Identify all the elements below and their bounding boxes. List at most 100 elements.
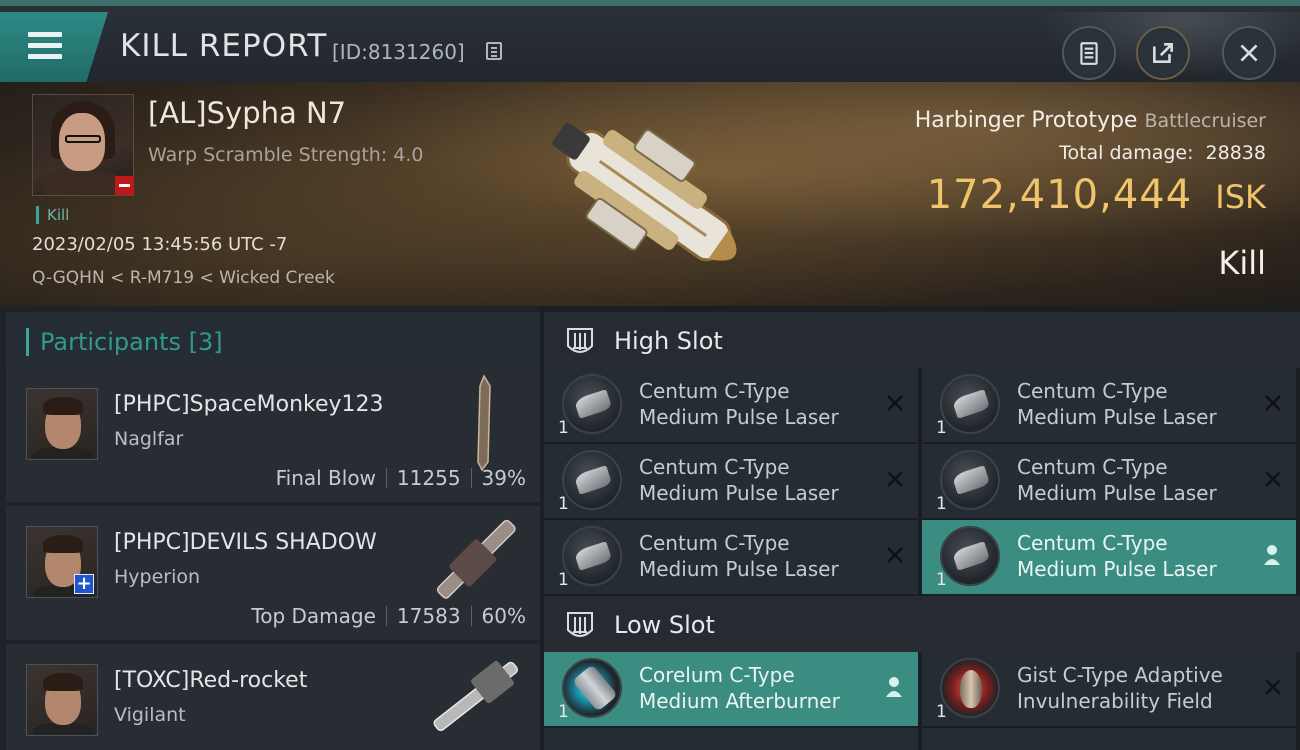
clipboard-button[interactable] bbox=[1062, 26, 1116, 80]
module-name: Centum C-Type Medium Pulse Laser bbox=[1017, 379, 1217, 429]
module-name: Centum C-Type Medium Pulse Laser bbox=[639, 531, 839, 581]
victim-ship[interactable]: Harbinger Prototype Battlecruiser bbox=[915, 108, 1266, 133]
high-slot-title: High Slot bbox=[614, 327, 723, 355]
low-slot-module[interactable]: 1 Corelum C-Type Medium Afterburner bbox=[544, 652, 918, 726]
participant-ship: Hyperion bbox=[114, 566, 201, 588]
invulnerability-field-icon bbox=[940, 658, 1000, 718]
menu-button[interactable] bbox=[0, 12, 108, 82]
total-damage-label: Total damage: bbox=[1059, 142, 1194, 164]
module-name: Gist C-Type Adaptive Invulnerability Fiel… bbox=[1017, 663, 1223, 713]
plus-badge-icon: + bbox=[74, 574, 94, 594]
participant-ship: Naglfar bbox=[114, 428, 184, 450]
pulse-laser-icon bbox=[940, 526, 1000, 586]
fitting-panel: High Slot 1 Centum C-Type Medium Pulse La… bbox=[544, 306, 1300, 750]
isk-unit: ISK bbox=[1215, 178, 1266, 216]
participant-damage: 11255 bbox=[396, 466, 461, 490]
high-slot-module[interactable]: 1 Centum C-Type Medium Pulse Laser bbox=[544, 368, 918, 442]
victim-name[interactable]: [AL]Sypha N7 bbox=[148, 96, 346, 130]
module-quantity: 1 bbox=[936, 570, 947, 590]
module-name: Centum C-Type Medium Pulse Laser bbox=[639, 455, 839, 505]
copy-id-icon[interactable] bbox=[486, 42, 502, 60]
pulse-laser-icon bbox=[562, 374, 622, 434]
dropped-person-icon bbox=[1264, 545, 1280, 565]
participant-avatar bbox=[26, 388, 98, 460]
low-slot-header: Low Slot bbox=[544, 596, 1300, 652]
participant-name: [PHPC]SpaceMonkey123 bbox=[114, 392, 384, 417]
participant-ship-image bbox=[433, 661, 518, 732]
participants-title: Participants [3] bbox=[40, 328, 223, 356]
victim-ship-image[interactable] bbox=[520, 82, 780, 306]
participant-stats: Final Blow 11255 39% bbox=[276, 466, 526, 490]
participant-role: Final Blow bbox=[275, 466, 376, 490]
low-slot-module[interactable]: 1 Gist C-Type Adaptive Invulnerability Fi… bbox=[922, 652, 1296, 726]
close-button[interactable] bbox=[1222, 26, 1276, 80]
pulse-laser-icon bbox=[562, 450, 622, 510]
page-title: KILL REPORT bbox=[120, 28, 328, 64]
pulse-laser-icon bbox=[562, 526, 622, 586]
participant-name: [TOXC]Red-rocket bbox=[114, 668, 308, 693]
participant-role: Top Damage bbox=[251, 604, 376, 628]
destroyed-x-icon bbox=[887, 547, 903, 563]
participant-percent: 60% bbox=[481, 604, 526, 628]
module-name: Centum C-Type Medium Pulse Laser bbox=[639, 379, 839, 429]
result-label: Kill bbox=[1218, 244, 1266, 282]
high-slot-icon bbox=[567, 328, 593, 353]
participant-ship-image bbox=[436, 519, 516, 599]
participant-ship-image bbox=[477, 374, 491, 472]
menu-icon bbox=[28, 32, 62, 37]
destroyed-x-icon bbox=[887, 471, 903, 487]
isk-value: 172,410,444 ISK bbox=[927, 172, 1266, 218]
dropped-person-icon bbox=[886, 677, 902, 697]
pulse-laser-icon bbox=[940, 374, 1000, 434]
kill-datetime: 2023/02/05 13:45:56 UTC -7 bbox=[32, 234, 288, 255]
module-name: Centum C-Type Medium Pulse Laser bbox=[1017, 531, 1217, 581]
destroyed-x-icon bbox=[887, 395, 903, 411]
participant-row[interactable]: + [PHPC]DEVILS SHADOW Hyperion Top Damag… bbox=[6, 506, 540, 640]
high-slot-module[interactable]: 1 Centum C-Type Medium Pulse Laser bbox=[544, 520, 918, 594]
ship-name: Harbinger Prototype bbox=[914, 108, 1138, 133]
participants-header: Participants [3] bbox=[6, 312, 540, 368]
module-quantity: 1 bbox=[558, 702, 569, 722]
participant-stats: Top Damage 17583 60% bbox=[251, 604, 526, 628]
module-quantity: 1 bbox=[936, 494, 947, 514]
module-name: Centum C-Type Medium Pulse Laser bbox=[1017, 455, 1217, 505]
afterburner-icon bbox=[562, 658, 622, 718]
destroyed-x-icon bbox=[1265, 679, 1281, 695]
participant-row[interactable]: [TOXC]Red-rocket Vigilant bbox=[6, 644, 540, 750]
share-button[interactable] bbox=[1136, 26, 1190, 80]
destroyed-x-icon bbox=[1265, 395, 1281, 411]
hostile-badge-icon bbox=[115, 176, 134, 195]
ship-class: Battlecruiser bbox=[1144, 110, 1266, 132]
low-slot-icon bbox=[567, 612, 593, 637]
high-slot-module[interactable]: 1 Centum C-Type Medium Pulse Laser bbox=[922, 368, 1296, 442]
total-damage: Total damage: 28838 bbox=[1059, 142, 1266, 164]
high-slot-module[interactable]: 1 Centum C-Type Medium Pulse Laser bbox=[922, 444, 1296, 518]
module-quantity: 1 bbox=[558, 570, 569, 590]
participant-ship: Vigilant bbox=[114, 704, 186, 726]
destroyed-x-icon bbox=[1265, 471, 1281, 487]
pulse-laser-icon bbox=[940, 450, 1000, 510]
participant-percent: 39% bbox=[481, 466, 526, 490]
total-damage-value: 28838 bbox=[1205, 142, 1266, 164]
kill-tag: Kill bbox=[36, 206, 69, 224]
participant-name: [PHPC]DEVILS SHADOW bbox=[114, 530, 377, 555]
module-quantity: 1 bbox=[936, 702, 947, 722]
warp-scramble-strength: Warp Scramble Strength: 4.0 bbox=[148, 144, 424, 166]
participant-avatar bbox=[26, 664, 98, 736]
participant-damage: 17583 bbox=[396, 604, 461, 628]
high-slot-header: High Slot bbox=[544, 312, 1300, 368]
next-module-row-partial bbox=[544, 728, 1300, 750]
top-bar: KILL REPORT [ID:8131260] bbox=[0, 0, 1300, 88]
module-quantity: 1 bbox=[936, 418, 947, 438]
close-icon bbox=[1240, 44, 1258, 62]
report-id: [ID:8131260] bbox=[332, 40, 465, 64]
low-slot-title: Low Slot bbox=[614, 611, 715, 639]
kill-location[interactable]: Q-GQHN < R-M719 < Wicked Creek bbox=[32, 268, 335, 288]
participant-row[interactable]: [PHPC]SpaceMonkey123 Naglfar Final Blow 1… bbox=[6, 368, 540, 502]
module-quantity: 1 bbox=[558, 418, 569, 438]
clipboard-icon bbox=[1080, 42, 1098, 65]
high-slot-module[interactable]: 1 Centum C-Type Medium Pulse Laser bbox=[922, 520, 1296, 594]
module-quantity: 1 bbox=[558, 494, 569, 514]
high-slot-module[interactable]: 1 Centum C-Type Medium Pulse Laser bbox=[544, 444, 918, 518]
victim-banner: [AL]Sypha N7 Warp Scramble Strength: 4.0… bbox=[0, 82, 1300, 306]
